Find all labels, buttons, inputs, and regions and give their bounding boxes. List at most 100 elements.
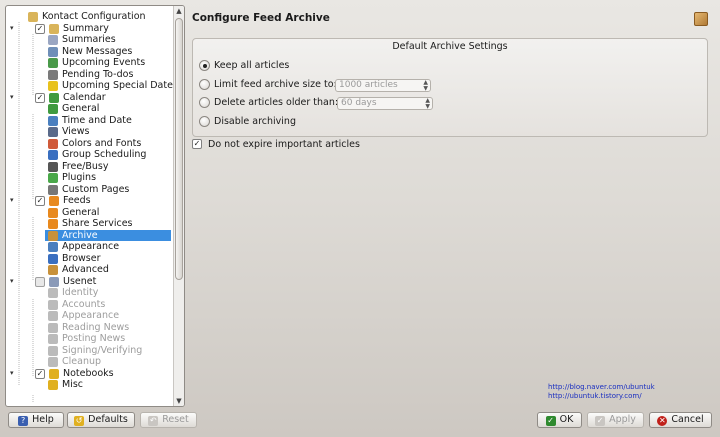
- defaults-icon: ↺: [74, 416, 85, 426]
- delete-older-radio[interactable]: [199, 97, 210, 108]
- tree-item-label: Plugins: [62, 172, 97, 183]
- free-busy-icon: [48, 161, 58, 172]
- settings-tree[interactable]: Kontact Configuration ▾ ✓ Summary Summaries N…: [5, 5, 185, 407]
- tree-item-label: Archive: [62, 229, 98, 241]
- tree-item[interactable]: ▾ ✓ Notebooks: [6, 368, 173, 380]
- tree-scrollbar[interactable]: ▲ ▼: [173, 6, 184, 406]
- tree-item[interactable]: Accounts: [6, 299, 173, 311]
- tree-item[interactable]: Free/Busy: [6, 161, 173, 173]
- tree-item-checkbox[interactable]: [35, 276, 45, 287]
- tree-item-checkbox[interactable]: ✓: [35, 23, 45, 34]
- clock-icon: [48, 115, 58, 126]
- scroll-down-arrow-icon[interactable]: ▼: [174, 396, 184, 406]
- page-title: Configure Feed Archive: [192, 12, 330, 24]
- archive-box-icon: [694, 12, 708, 26]
- calendar-general-icon: [48, 104, 58, 114]
- tree-item[interactable]: ▾ ✓ Feeds: [6, 195, 173, 207]
- tree-item[interactable]: Views: [6, 126, 173, 138]
- reset-button[interactable]: ↶ Reset: [140, 412, 197, 428]
- new-messages-icon: [48, 46, 58, 57]
- feeds-icon: [49, 196, 59, 206]
- scroll-up-arrow-icon[interactable]: ▲: [174, 6, 184, 16]
- tree-item-label: Usenet: [63, 275, 97, 287]
- tree-item[interactable]: Signing/Verifying: [6, 345, 173, 357]
- defaults-button[interactable]: ↺ Defaults: [67, 412, 135, 428]
- cancel-icon: ✕: [657, 416, 668, 426]
- tree-item-label: Identity: [62, 287, 99, 298]
- tree-item[interactable]: Kontact Configuration: [6, 11, 173, 23]
- tree-item-label: Share Services: [62, 218, 133, 229]
- palette-icon: [48, 138, 58, 149]
- article-age-spinbox[interactable]: 60 days ▲ ▼: [337, 97, 433, 110]
- expand-arrow-icon[interactable]: ▾: [10, 368, 18, 380]
- disable-archiving-label: Disable archiving: [214, 116, 296, 127]
- tree-item[interactable]: Appearance: [6, 241, 173, 253]
- spin-arrows-icon[interactable]: ▲ ▼: [423, 80, 428, 92]
- tree-item[interactable]: Pending To-dos: [6, 69, 173, 81]
- ok-button[interactable]: ✓ OK: [537, 412, 582, 428]
- tree-item[interactable]: New Messages: [6, 46, 173, 58]
- tree-item[interactable]: ▾ ✓ Calendar: [6, 92, 173, 104]
- disable-archiving-radio[interactable]: [199, 116, 210, 127]
- default-archive-settings-group: Default Archive Settings Keep all articl…: [192, 38, 708, 137]
- expand-arrow-icon[interactable]: ▾: [10, 92, 18, 104]
- tree-item[interactable]: Upcoming Special Dates: [6, 80, 173, 92]
- spin-arrows-icon[interactable]: ▲ ▼: [425, 98, 430, 110]
- tree-item[interactable]: Colors and Fonts: [6, 138, 173, 150]
- tree-item[interactable]: Appearance: [6, 310, 173, 322]
- scrollbar-thumb[interactable]: [175, 18, 183, 280]
- expand-arrow-icon[interactable]: ▾: [10, 23, 18, 35]
- tree-item-label: Feeds: [63, 195, 91, 206]
- tree-item-label: Misc: [62, 379, 84, 390]
- archive-size-value: 1000 articles: [339, 80, 398, 90]
- tree-item-checkbox[interactable]: ✓: [35, 196, 45, 206]
- delete-older-label: Delete articles older than:: [214, 97, 339, 108]
- help-button[interactable]: ? Help: [8, 412, 64, 428]
- cancel-button[interactable]: ✕ Cancel: [649, 412, 712, 428]
- reset-button-label: Reset: [162, 414, 189, 425]
- tree-item-label: Advanced: [62, 264, 109, 275]
- tree-item[interactable]: General: [6, 207, 173, 219]
- feeds-general-icon: [48, 207, 58, 218]
- limit-archive-size-radio[interactable]: [199, 79, 210, 90]
- tree-item[interactable]: Plugins: [6, 172, 173, 184]
- tree-item[interactable]: Browser: [6, 253, 173, 265]
- archive-size-spinbox[interactable]: 1000 articles ▲ ▼: [335, 79, 431, 92]
- tree-item[interactable]: Time and Date: [6, 115, 173, 127]
- tree-item[interactable]: Identity: [6, 287, 173, 299]
- tree-item-checkbox[interactable]: ✓: [35, 368, 45, 379]
- do-not-expire-checkbox[interactable]: ✓: [192, 139, 202, 149]
- tree-item[interactable]: Advanced: [6, 264, 173, 276]
- tree-item[interactable]: Custom Pages: [6, 184, 173, 196]
- tree-item[interactable]: Summaries: [6, 34, 173, 46]
- tree-item[interactable]: General: [6, 103, 173, 115]
- tree-item-label: Time and Date: [62, 114, 132, 126]
- tree-item[interactable]: Group Scheduling: [6, 149, 173, 161]
- tree-item[interactable]: ▾ Usenet: [6, 276, 173, 288]
- views-icon: [48, 127, 58, 137]
- tree-item-checkbox[interactable]: ✓: [35, 92, 45, 103]
- tree-item[interactable]: Upcoming Events: [6, 57, 173, 69]
- help-button-label: Help: [32, 414, 54, 425]
- tree-item[interactable]: Reading News: [6, 322, 173, 334]
- tree-item-label: Free/Busy: [62, 160, 109, 172]
- tree-item-label: Reading News: [62, 321, 130, 333]
- apply-button[interactable]: ✓ Apply: [587, 412, 644, 428]
- tree-item[interactable]: Share Services: [6, 218, 173, 230]
- signing-icon: [48, 345, 58, 356]
- tree-item[interactable]: Archive: [6, 229, 173, 241]
- tree-item[interactable]: Misc: [6, 379, 173, 391]
- cleanup-icon: [48, 357, 58, 367]
- expand-arrow-icon[interactable]: ▾: [10, 276, 18, 288]
- settings-tree-list[interactable]: Kontact Configuration ▾ ✓ Summary Summaries N…: [6, 6, 173, 406]
- keep-all-articles-radio[interactable]: [199, 60, 210, 71]
- tree-item-label: Upcoming Events: [62, 57, 146, 68]
- tree-item-label: Accounts: [62, 298, 106, 310]
- tree-item-label: Signing/Verifying: [62, 344, 143, 356]
- tree-item[interactable]: Posting News: [6, 333, 173, 345]
- tree-item[interactable]: ▾ ✓ Summary: [6, 23, 173, 35]
- tree-item[interactable]: Cleanup: [6, 356, 173, 368]
- todo-icon: [48, 69, 58, 80]
- browser-globe-icon: [48, 253, 58, 264]
- expand-arrow-icon[interactable]: ▾: [10, 195, 18, 207]
